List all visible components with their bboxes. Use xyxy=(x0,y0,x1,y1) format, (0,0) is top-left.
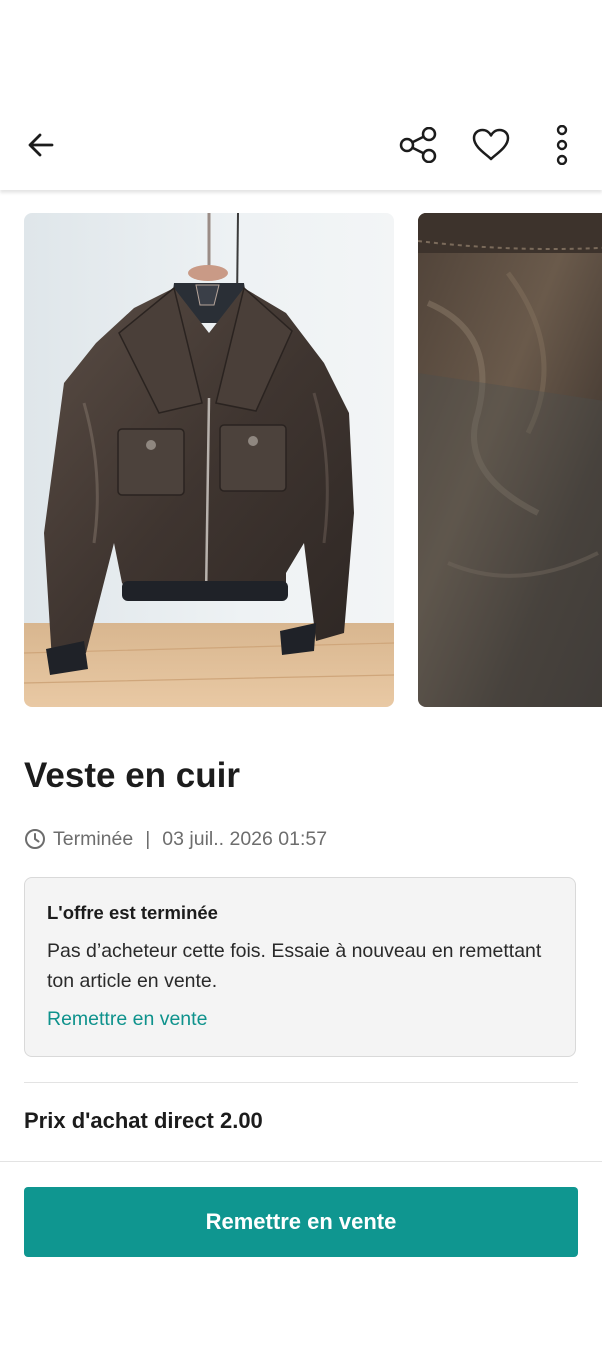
more-vertical-icon xyxy=(556,125,568,165)
arrow-left-icon xyxy=(28,133,54,157)
end-date: 03 juil.. 2026 01:57 xyxy=(162,827,328,850)
favorite-button[interactable] xyxy=(466,122,516,168)
back-button[interactable] xyxy=(18,122,64,168)
divider xyxy=(0,1161,602,1162)
notice-title: L'offre est terminée xyxy=(47,902,218,923)
share-icon xyxy=(399,127,437,163)
item-title: Veste en cuir xyxy=(24,756,240,795)
more-options-button[interactable] xyxy=(540,122,584,168)
relist-link[interactable]: Remettre en vente xyxy=(47,1008,553,1031)
share-button[interactable] xyxy=(396,122,442,168)
relist-button[interactable]: Remettre en vente xyxy=(24,1187,578,1257)
heart-icon xyxy=(472,128,510,161)
item-status-row: Terminée | 03 juil.. 2026 01:57 xyxy=(24,826,327,852)
status-text: Terminée xyxy=(53,827,134,850)
leather-texture-closeup-photo[interactable] xyxy=(418,213,602,707)
divider xyxy=(24,1082,578,1083)
offer-ended-notice: L'offre est terminée Pas d’acheteur cett… xyxy=(24,877,576,1057)
status-separator: | xyxy=(145,827,151,850)
buy-now-price: Prix d'achat direct 2.00 xyxy=(24,1108,263,1133)
top-bar xyxy=(0,96,602,190)
photo-gallery[interactable] xyxy=(0,213,602,707)
leather-jacket-on-hanger-photo[interactable] xyxy=(24,213,394,707)
clock-icon xyxy=(25,829,45,849)
notice-body: Pas d’acheteur cette fois. Essaie à nouv… xyxy=(47,940,542,992)
